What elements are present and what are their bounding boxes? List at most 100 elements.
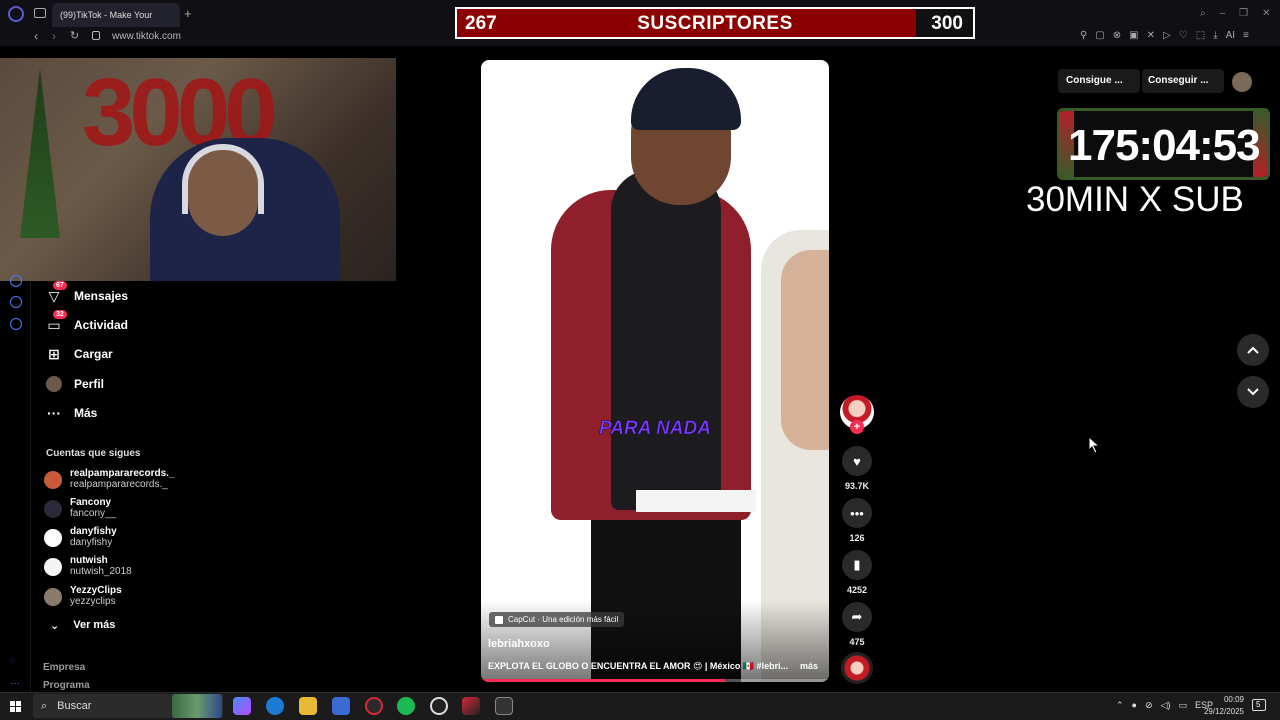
messages-badge: 67 bbox=[53, 281, 67, 290]
followed-account[interactable]: realpampararecords._ realpampararecords._ bbox=[44, 468, 175, 491]
store-icon[interactable] bbox=[332, 697, 350, 715]
copilot-icon[interactable] bbox=[233, 697, 251, 715]
share-icon: ➦ bbox=[842, 602, 872, 632]
new-tab-icon[interactable]: + bbox=[184, 6, 192, 21]
mouse-cursor-icon bbox=[1088, 436, 1100, 454]
see-more-button[interactable]: ⌄ Ver más bbox=[50, 619, 115, 632]
footer-link[interactable]: Programa bbox=[43, 680, 90, 691]
windows-start-icon[interactable] bbox=[10, 701, 22, 713]
reload-icon[interactable]: ↻ bbox=[70, 29, 79, 42]
restore-icon[interactable]: ❐ bbox=[1239, 8, 1248, 19]
share-button[interactable]: ➦ 475 bbox=[841, 602, 873, 647]
next-video-button[interactable] bbox=[1237, 376, 1269, 408]
chevron-up-icon bbox=[1247, 346, 1259, 354]
pin-icon[interactable]: ⚲ bbox=[1080, 30, 1087, 41]
video-progress[interactable] bbox=[481, 679, 829, 682]
inbox-icon: ▭ 32 bbox=[46, 310, 67, 333]
spotify-icon[interactable] bbox=[397, 697, 415, 715]
search-tabs-icon[interactable]: ⌕ bbox=[1200, 8, 1206, 19]
chevron-up-icon[interactable]: ⌃ bbox=[1116, 700, 1124, 711]
paper-plane-icon: ▽ 67 bbox=[46, 281, 67, 304]
heart-icon[interactable]: ♡ bbox=[1179, 30, 1188, 41]
forward-icon[interactable]: › bbox=[52, 29, 56, 43]
browser-tab[interactable]: (99)TikTok - Make Your bbox=[52, 3, 180, 27]
sub-rate-label: 30MIN X SUB bbox=[1026, 180, 1244, 219]
lock-icon[interactable] bbox=[92, 31, 100, 40]
clock-time[interactable]: 00:09 bbox=[1204, 695, 1244, 704]
get-app-label: Consigue ... bbox=[1066, 75, 1123, 86]
get-app-button[interactable]: Consigue ... bbox=[1058, 69, 1140, 93]
video-player[interactable]: PARA NADA CapCut · Una edición más fácil… bbox=[481, 60, 829, 682]
clock-date[interactable]: 29/12/2025 bbox=[1198, 707, 1244, 716]
more-link[interactable]: más bbox=[800, 661, 818, 671]
footer-link[interactable]: Empresa bbox=[43, 662, 85, 673]
subscriber-count: 267 bbox=[465, 13, 497, 34]
like-button[interactable]: ♥ 93.7K bbox=[841, 446, 873, 491]
capcut-app-icon[interactable] bbox=[462, 697, 480, 715]
account-name: nutwish bbox=[70, 555, 108, 566]
close-icon[interactable]: ✕ bbox=[1262, 8, 1270, 19]
package-icon[interactable]: ⬚ bbox=[1196, 30, 1205, 41]
nav-profile[interactable]: Perfil bbox=[46, 376, 104, 392]
capcut-badge[interactable]: CapCut · Una edición más fácil bbox=[489, 612, 625, 627]
opera-logo-icon[interactable] bbox=[8, 6, 24, 22]
follow-icon[interactable]: + bbox=[850, 420, 864, 434]
video-description: EXPLOTA EL GLOBO O ENCUENTRA EL AMOR 😍 |… bbox=[488, 661, 789, 671]
followed-account[interactable]: danyfishy danyfishy bbox=[44, 526, 117, 549]
mic-muted-icon[interactable]: ⊘ bbox=[1145, 700, 1153, 711]
obs-icon[interactable] bbox=[430, 697, 448, 715]
url-field[interactable]: www.tiktok.com bbox=[112, 31, 181, 42]
download-icon[interactable]: ⤓ bbox=[1213, 30, 1217, 41]
block-icon[interactable]: ⊗ bbox=[1113, 30, 1121, 41]
bookmark-icon: ▮ bbox=[842, 550, 872, 580]
rail-extensions-icon[interactable] bbox=[10, 296, 22, 308]
user-avatar[interactable] bbox=[1232, 72, 1252, 92]
account-handle: yezzyclips bbox=[70, 596, 116, 607]
edge-icon[interactable] bbox=[266, 697, 284, 715]
video-scene bbox=[636, 490, 756, 512]
rail-explore-icon[interactable] bbox=[10, 275, 22, 287]
video-caption-overlay: PARA NADA bbox=[599, 418, 711, 440]
translate-icon[interactable]: ✕ bbox=[1147, 30, 1155, 41]
nav-upload[interactable]: ⊞ Cargar bbox=[46, 346, 113, 362]
nav-activity[interactable]: ▭ 32 Actividad bbox=[46, 310, 128, 333]
search-highlight-image[interactable] bbox=[172, 694, 222, 718]
nav-label: Perfil bbox=[74, 377, 105, 391]
menu-icon[interactable]: ≡ bbox=[1243, 30, 1249, 41]
get-coins-label: Conseguir ... bbox=[1148, 75, 1209, 86]
followed-account[interactable]: nutwish nutwish_2018 bbox=[44, 555, 132, 578]
subathon-timer: 175:04:53 bbox=[1057, 108, 1270, 180]
music-disc[interactable] bbox=[841, 652, 873, 684]
rail-hide-icon[interactable]: ◌ bbox=[10, 656, 15, 665]
account-name: realpampararecords._ bbox=[70, 468, 175, 479]
volume-icon[interactable]: ◁) bbox=[1161, 700, 1171, 711]
microphone-icon[interactable]: ● bbox=[1132, 700, 1137, 711]
get-coins-button[interactable]: Conseguir ... bbox=[1142, 69, 1224, 93]
epic-games-icon[interactable] bbox=[495, 697, 513, 715]
previous-video-button[interactable] bbox=[1237, 334, 1269, 366]
file-explorer-icon[interactable] bbox=[299, 697, 317, 715]
minimize-icon[interactable]: – bbox=[1220, 8, 1226, 19]
followed-account[interactable]: Fancony fancony__ bbox=[44, 497, 116, 520]
wallet-icon[interactable]: ▣ bbox=[1129, 30, 1138, 41]
network-icon[interactable]: ▭ bbox=[1178, 700, 1187, 711]
video-author[interactable]: lebriahxoxo bbox=[488, 638, 550, 650]
tab-manager-icon[interactable] bbox=[34, 8, 46, 18]
snapshot-icon[interactable]: ▢ bbox=[1095, 30, 1104, 41]
back-icon[interactable]: ‹ bbox=[34, 29, 38, 43]
nav-more[interactable]: ··· Más bbox=[46, 405, 97, 421]
rail-settings-icon[interactable] bbox=[10, 318, 22, 330]
save-button[interactable]: ▮ 4252 bbox=[841, 550, 873, 595]
notification-count: 5 bbox=[1256, 700, 1261, 709]
nav-messages[interactable]: ▽ 67 Mensajes bbox=[46, 281, 128, 304]
comment-button[interactable]: ••• 126 bbox=[841, 498, 873, 543]
rail-more-icon[interactable]: ··· bbox=[10, 678, 20, 689]
opera-icon[interactable] bbox=[365, 697, 383, 715]
comment-count: 126 bbox=[849, 533, 865, 543]
save-count: 4252 bbox=[846, 585, 868, 595]
ai-icon[interactable]: AI bbox=[1226, 30, 1235, 41]
notification-icon[interactable]: 5 bbox=[1252, 699, 1266, 711]
followed-account[interactable]: YezzyClips yezzyclips bbox=[44, 585, 122, 608]
search-icon: ⌕ bbox=[41, 699, 48, 712]
play-icon[interactable]: ▷ bbox=[1163, 30, 1171, 41]
